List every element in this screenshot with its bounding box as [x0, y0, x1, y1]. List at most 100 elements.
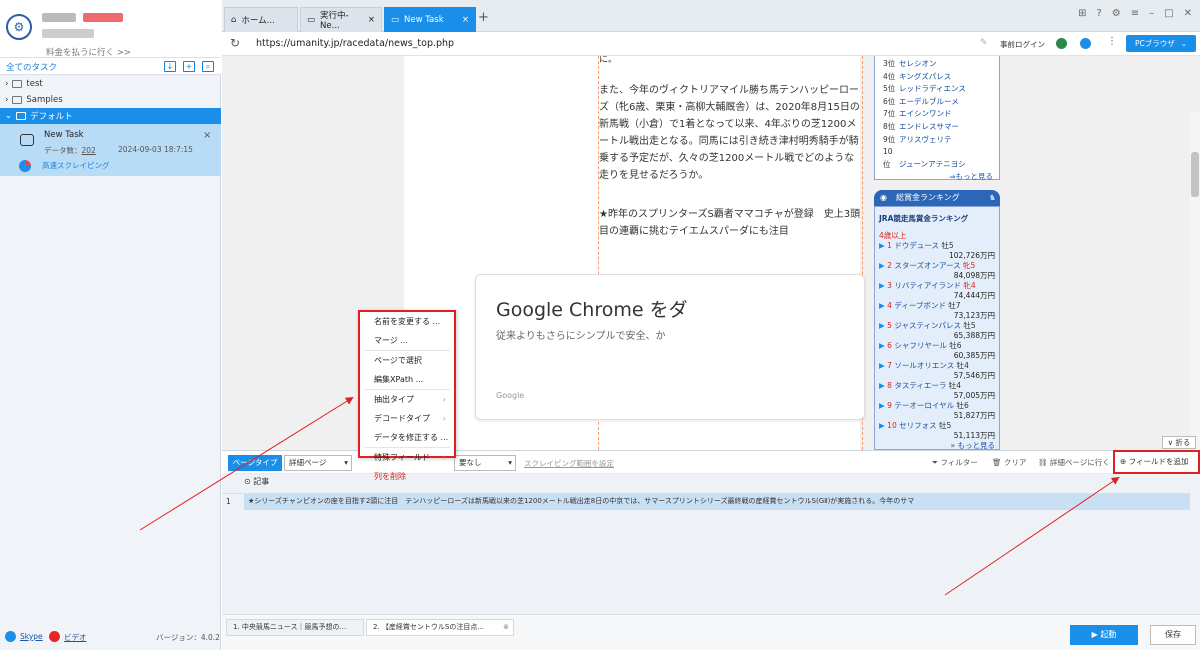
scrape-range-link[interactable]: スクレイピング範囲を設定 [524, 458, 614, 469]
tab-new-task[interactable]: ▭ New Task × [384, 7, 476, 32]
pc-browser-button[interactable]: PCブラウザ ⌄ [1126, 35, 1196, 52]
chevron-right-icon: › [442, 395, 446, 404]
tree-label: デフォルト [30, 112, 73, 122]
prize-item[interactable]: ▶ 1 ドウデュース 牡5 [879, 241, 999, 251]
clear-button[interactable]: 🗑 クリア [992, 457, 1026, 468]
prize-amount: 57,005万円 [953, 391, 995, 400]
article-paragraph-2[interactable]: ★昨年のスプリンターズS覇者ママコチャが登録 史上3頭 目の連覇に挑むテイエムスパ… [599, 206, 861, 240]
link-icon: ⛓ [1038, 458, 1048, 467]
help-icon[interactable]: ? [1096, 8, 1101, 19]
tab-running[interactable]: ▭ 実行中-Ne... × [300, 7, 382, 32]
reload-icon[interactable]: ↻ [230, 36, 240, 50]
ranking-item[interactable]: 3位 セレシオン [883, 58, 999, 71]
tree-item-test[interactable]: › test [0, 76, 221, 92]
close-icon[interactable]: × [368, 15, 375, 25]
maximize-icon[interactable]: □ [1164, 8, 1173, 19]
need-select[interactable]: 要なし ▾ [454, 455, 516, 471]
tab-home[interactable]: ⌂ ホーム... [224, 7, 298, 32]
sidebar: ⚙ 料金を払うに行く >> 全てのタスク ↓ + ⌕ › test › Sample… [0, 0, 221, 650]
column-header[interactable]: ⊙ 記事 [244, 476, 269, 487]
row-number: 1 [226, 497, 231, 506]
menu-select-in-page[interactable]: ページで選択 [360, 351, 454, 370]
ranking-item[interactable]: 6位 エーデルブルーメ [883, 96, 999, 109]
ranking-item[interactable]: 9位 アリスヴェリテ [883, 134, 999, 147]
page-type-button[interactable]: ページタイプ [228, 455, 282, 471]
menu-edit-xpath[interactable]: 編集XPath ... [360, 370, 454, 389]
ad-brand: Google [496, 391, 525, 400]
search-task-icon[interactable]: ⌕ [202, 61, 214, 72]
menu-delete-column[interactable]: 列を削除 [360, 467, 454, 486]
skype-link[interactable]: Skype [20, 632, 43, 641]
add-tab-icon[interactable]: + [478, 10, 489, 25]
goto-detail-button[interactable]: ⛓ 詳細ページに行く [1038, 457, 1110, 468]
settings-icon[interactable]: ⚙ [1112, 8, 1121, 19]
close-icon[interactable]: × [203, 130, 211, 141]
extension-icon-2[interactable] [1080, 38, 1091, 49]
ranking-item[interactable]: 4位 キングズパレス [883, 71, 999, 84]
detail-page-select[interactable]: 詳細ページ ▾ [284, 455, 352, 471]
upgrade-link[interactable]: 料金を払うに行く >> [46, 46, 131, 58]
prize-item[interactable]: ▶ 3 リバティアイランド 牝4 [879, 281, 999, 291]
filter-button[interactable]: ⏷ フィルター [932, 457, 978, 468]
sidebar-footer: Skype ビデオ バージョン：4.0.2 [0, 626, 221, 650]
close-window-icon[interactable]: ✕ [1184, 8, 1192, 19]
prize-item[interactable]: ▶ 7 ソールオリエンス 牡4 [879, 361, 999, 371]
url-input[interactable]: https://umanity.jp/racedata/news_top.php [256, 38, 454, 49]
table-row[interactable]: 1 ★シリーズチャンピオンの座を目指す2頭に注目 テンハッピーローズは新馬戦以来… [222, 493, 1190, 510]
prize-item[interactable]: ▶ 2 スターズオンアース 牝5 [879, 261, 999, 271]
userid-blurred [42, 29, 94, 38]
prelogin-button[interactable]: 事前ログイン [1000, 39, 1045, 50]
data-count: データ数：202 [44, 146, 96, 155]
triangle-icon: ▶ [879, 261, 885, 270]
ranking-item[interactable]: 7位 エイシンワンド [883, 108, 999, 121]
tab-label: ホーム... [241, 16, 275, 26]
avatar[interactable]: ⚙ [6, 14, 32, 40]
prize-items: ▶ 1 ドウデュース 牡5 102,726万円 ▶ 2 スターズオンアース 牝5 84… [879, 241, 999, 441]
menu-extract-type[interactable]: 抽出タイプ › [360, 390, 454, 409]
tree-item-samples[interactable]: › Samples [0, 92, 221, 108]
video-link[interactable]: ビデオ [64, 632, 87, 643]
add-field-button[interactable]: ⊕ フィールドを追加 [1113, 450, 1200, 474]
all-tasks-label[interactable]: 全てのタスク [6, 61, 57, 73]
scrollbar[interactable] [1190, 112, 1200, 450]
ranking-item[interactable]: 5位 レッドラディエンス [883, 83, 999, 96]
robot-icon [20, 134, 34, 146]
prize-item[interactable]: ▶ 9 テーオーロイヤル 牡6 [879, 401, 999, 411]
folder-icon [12, 80, 23, 88]
gift-icon[interactable]: ⊞ [1078, 8, 1086, 19]
close-icon[interactable]: × [462, 15, 469, 25]
task-item-new-task[interactable]: New Task × データ数：202 2024-09-03 18:7:15 高… [0, 124, 221, 176]
prize-item[interactable]: ▶ 5 ジャスティンパレス 牡5 [879, 321, 999, 331]
ranking-item[interactable]: 10位 ジューンアテニヨシ [883, 146, 999, 171]
menu-fix-data[interactable]: データを修正する ... [360, 428, 454, 447]
collapse-button[interactable]: ∨ 折る [1162, 436, 1196, 449]
edit-icon[interactable]: ✎ [980, 38, 988, 48]
page-tab-1[interactable]: 1. 中央競馬ニュース｜競馬予想の... [226, 619, 364, 636]
menu-icon[interactable]: ≡ [1131, 8, 1139, 19]
menu-merge[interactable]: マージ ... [360, 331, 454, 350]
more-link[interactable]: ⇒もっと見る [883, 171, 999, 184]
ranking-item[interactable]: 8位 エンドレスサマー [883, 121, 999, 134]
chrome-ad-card[interactable]: Google Chrome をダ 従来よりもさらにシンプルで安全、か Googl… [475, 274, 865, 420]
tree-item-default[interactable]: ⌄ デフォルト [0, 108, 221, 124]
prize-item[interactable]: ▶ 8 タスティエーラ 牡4 [879, 381, 999, 391]
prize-item[interactable]: ▶ 4 ディープボンド 牡7 [879, 301, 999, 311]
more-link[interactable]: » もっと見る [879, 441, 999, 450]
menu-decode-type[interactable]: デコードタイプ › [360, 409, 454, 428]
prize-item[interactable]: ▶ 6 シャフリヤール 牡6 [879, 341, 999, 351]
menu-special-field[interactable]: 特殊フィールド › [360, 448, 454, 467]
page-tab-2[interactable]: 2. 【産経賞セントウルSの注目点... ⊗ [366, 619, 514, 636]
article-paragraph[interactable]: また、今年のヴィクトリアマイル勝ち馬テンハッピーロー ズ（牝6歳、栗東・高柳大輔厩… [599, 82, 861, 184]
import-icon[interactable]: ↓ [164, 61, 176, 72]
save-button[interactable]: 保存 [1150, 625, 1196, 645]
minimize-icon[interactable]: – [1149, 8, 1154, 19]
row-cell[interactable]: ★シリーズチャンピオンの座を目指す2頭に注目 テンハッピーローズは新馬戦以来の芝… [244, 494, 1190, 510]
start-button[interactable]: ▶ 起動 [1070, 625, 1138, 645]
triangle-icon: ▶ [879, 241, 885, 250]
menu-rename[interactable]: 名前を変更する ... [360, 312, 454, 331]
prize-item[interactable]: ▶ 10 セリフォス 牡5 [879, 421, 999, 431]
caret-down-icon: ▾ [344, 458, 348, 467]
extension-icon[interactable] [1056, 38, 1067, 49]
more-icon[interactable]: ⋮ [1107, 36, 1117, 47]
new-task-icon[interactable]: + [183, 61, 195, 72]
